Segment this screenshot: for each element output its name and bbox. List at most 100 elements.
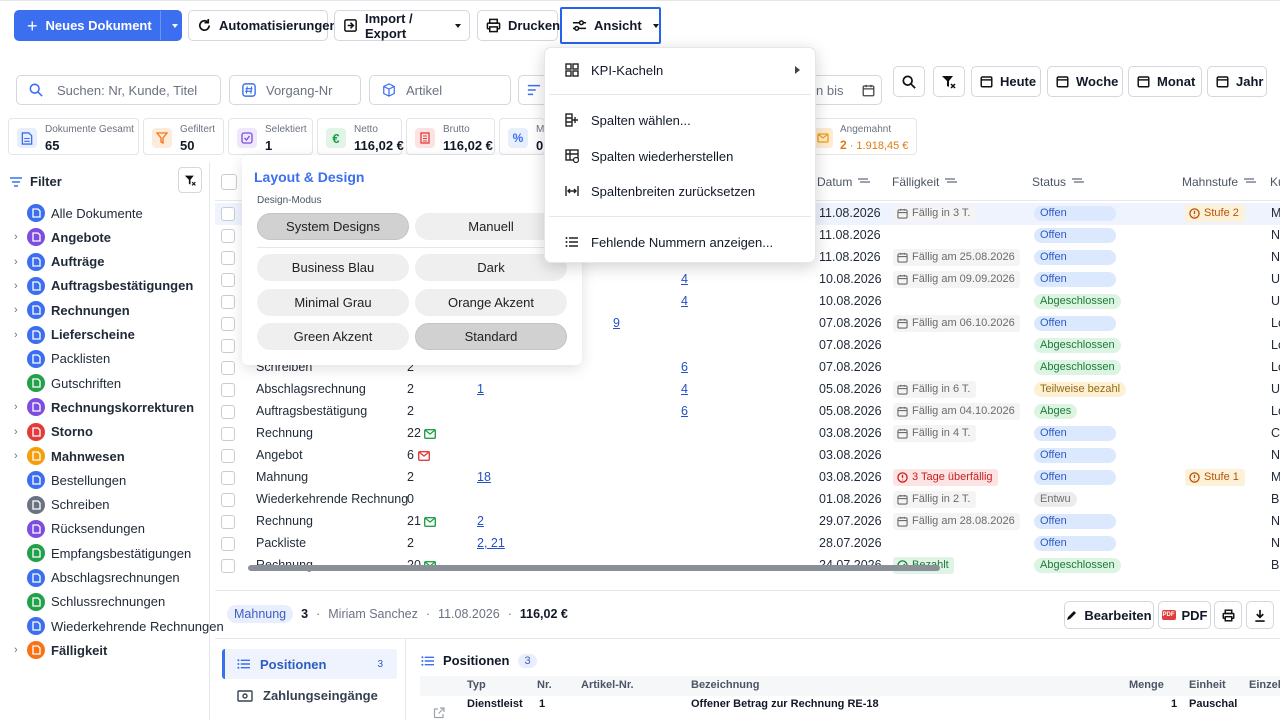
import-export-button[interactable]: Import / Export — [334, 10, 470, 41]
search-input[interactable]: Suchen: Nr, Kunde, Titel — [57, 83, 197, 98]
year-button[interactable]: Jahr — [1207, 66, 1267, 97]
row-checkbox[interactable] — [221, 405, 235, 419]
row-checkbox[interactable] — [221, 515, 235, 529]
search-field[interactable]: Suchen: Nr, Kunde, Titel — [16, 75, 221, 105]
menu-item-choose-columns[interactable]: Spalten wählen... — [545, 105, 815, 135]
design-minimal-grey-button[interactable]: Minimal Grau — [257, 289, 409, 316]
clear-filter-button[interactable] — [933, 66, 965, 97]
cell-positions-link[interactable]: 4 — [681, 294, 688, 308]
row-checkbox[interactable] — [221, 537, 235, 551]
automations-button[interactable]: Automatisierungen — [188, 10, 337, 41]
design-orange-accent-button[interactable]: Orange Akzent — [415, 289, 567, 316]
col-header-datum[interactable]: Datum — [817, 175, 869, 189]
table-row[interactable]: Abschlagsrechnung 2 1 4 05.08.2026 Fällig in … — [215, 379, 1280, 401]
month-button[interactable]: Monat — [1128, 66, 1202, 97]
col-header-kunde[interactable]: Ku — [1270, 175, 1280, 189]
cell-customer: Lo — [1271, 316, 1280, 330]
table-row[interactable]: Rechnung 21 2 29.07.2026 Fällig am 28.08.202… — [215, 511, 1280, 533]
menu-item-reset-widths[interactable]: Spaltenbreiten zurücksetzen — [545, 176, 815, 206]
column-filter-icon[interactable] — [1244, 178, 1255, 186]
chevron-right-icon[interactable]: › — [14, 304, 24, 316]
column-filter-icon[interactable] — [1072, 178, 1083, 186]
select-all-checkbox[interactable] — [221, 174, 237, 190]
row-checkbox[interactable] — [221, 229, 235, 243]
search-button[interactable] — [893, 66, 925, 97]
row-checkbox[interactable] — [221, 361, 235, 375]
menu-item-missing-numbers[interactable]: Fehlende Nummern anzeigen... — [545, 227, 815, 257]
menu-item-restore-columns[interactable]: Spalten wiederherstellen — [545, 141, 815, 171]
row-checkbox[interactable] — [221, 471, 235, 485]
date-to-input[interactable]: n bis — [816, 83, 843, 98]
tab-payments[interactable]: Zahlungseingänge — [237, 688, 378, 703]
chevron-right-icon[interactable]: › — [14, 329, 24, 341]
design-standard-button[interactable]: Standard — [415, 323, 567, 350]
cell-positions-link[interactable]: 4 — [681, 382, 688, 396]
row-checkbox[interactable] — [221, 427, 235, 441]
chevron-right-icon[interactable]: › — [14, 256, 24, 268]
table-row[interactable]: Wiederkehrende Rechnung 0 01.08.2026 Fällig… — [215, 489, 1280, 511]
chevron-right-icon[interactable]: › — [14, 280, 24, 292]
menu-item-kpi-tiles[interactable]: KPI-Kacheln — [545, 55, 815, 85]
detail-print-button[interactable] — [1214, 601, 1242, 629]
kpi-label: Selektiert — [265, 124, 307, 135]
row-checkbox[interactable] — [221, 493, 235, 507]
table-row[interactable]: Angebot 6 03.08.2026 Offen N — [215, 445, 1280, 467]
col-header-mahnstufe[interactable]: Mahnstufe — [1182, 175, 1255, 189]
vorgang-input[interactable]: Vorgang-Nr — [266, 83, 332, 98]
table-row[interactable]: Auftragsbestätigung 2 6 05.08.2026 Fällig am… — [215, 401, 1280, 423]
cell-positions-link[interactable]: 4 — [681, 272, 688, 286]
design-business-blue-button[interactable]: Business Blau — [257, 254, 409, 281]
cell-reference-link[interactable]: 9 — [613, 316, 620, 330]
chevron-right-icon[interactable]: › — [14, 401, 24, 413]
view-button[interactable]: Ansicht — [560, 7, 661, 44]
new-document-button[interactable]: + Neues Dokument — [14, 10, 182, 41]
horizontal-scrollbar[interactable] — [215, 564, 1280, 572]
new-document-dropdown[interactable] — [168, 23, 181, 28]
kpi-selected: Selektiert 1 — [228, 118, 313, 155]
edit-button[interactable]: Bearbeiten — [1064, 601, 1154, 629]
chevron-right-icon[interactable]: › — [14, 426, 24, 438]
today-button[interactable]: Heute — [971, 66, 1041, 97]
row-checkbox[interactable] — [221, 339, 235, 353]
design-system-designs-button[interactable]: System Designs — [257, 213, 409, 240]
row-checkbox[interactable] — [221, 251, 235, 265]
print-button[interactable]: Drucken — [477, 10, 560, 41]
scrollbar-thumb[interactable] — [248, 565, 940, 571]
cell-reference-link[interactable]: 2 — [477, 514, 484, 528]
column-filter-icon[interactable] — [858, 178, 869, 186]
cell-positions-link[interactable]: 6 — [681, 360, 688, 374]
category-icon — [27, 617, 45, 636]
download-button[interactable] — [1246, 601, 1274, 629]
week-button[interactable]: Woche — [1047, 66, 1123, 97]
cell-positions-link[interactable]: 6 — [681, 404, 688, 418]
artikel-field[interactable]: Artikel — [369, 75, 511, 105]
row-checkbox[interactable] — [221, 273, 235, 287]
row-checkbox[interactable] — [221, 295, 235, 309]
chevron-right-icon[interactable]: › — [14, 450, 24, 462]
row-checkbox[interactable] — [221, 207, 235, 221]
row-checkbox[interactable] — [221, 317, 235, 331]
col-header-faelligkeit[interactable]: Fälligkeit — [892, 175, 956, 189]
chevron-right-icon[interactable]: › — [14, 644, 24, 656]
date-to-field[interactable]: n bis — [816, 75, 882, 105]
table-row[interactable]: Rechnung 22 03.08.2026 Fällig in 4 T. Offen C — [215, 423, 1280, 445]
cell-reference-link[interactable]: 2, 21 — [477, 536, 505, 550]
new-document-main[interactable]: + Neues Dokument — [15, 11, 153, 40]
column-filter-icon[interactable] — [945, 178, 956, 186]
vorgang-field[interactable]: Vorgang-Nr — [229, 75, 361, 105]
artikel-input[interactable]: Artikel — [406, 83, 442, 98]
kpi-value: 65 — [45, 138, 60, 153]
sidebar-clear-filter-button[interactable] — [178, 167, 202, 193]
row-checkbox[interactable] — [221, 449, 235, 463]
table-row[interactable]: Mahnung 2 18 03.08.2026 3 Tage überfällig Off… — [215, 467, 1280, 489]
pdf-button[interactable]: PDF PDF — [1158, 601, 1211, 629]
col-header-status[interactable]: Status — [1032, 175, 1083, 189]
chevron-right-icon[interactable]: › — [14, 231, 24, 243]
row-checkbox[interactable] — [221, 383, 235, 397]
filter-title: Filter — [30, 174, 62, 189]
table-row[interactable]: Packliste 2 2, 21 28.07.2026 Offen N — [215, 533, 1280, 555]
cell-reference-link[interactable]: 18 — [477, 470, 491, 484]
cell-reference-link[interactable]: 1 — [477, 382, 484, 396]
design-green-accent-button[interactable]: Green Akzent — [257, 323, 409, 350]
tab-positions[interactable]: Positionen 3 — [222, 649, 397, 679]
